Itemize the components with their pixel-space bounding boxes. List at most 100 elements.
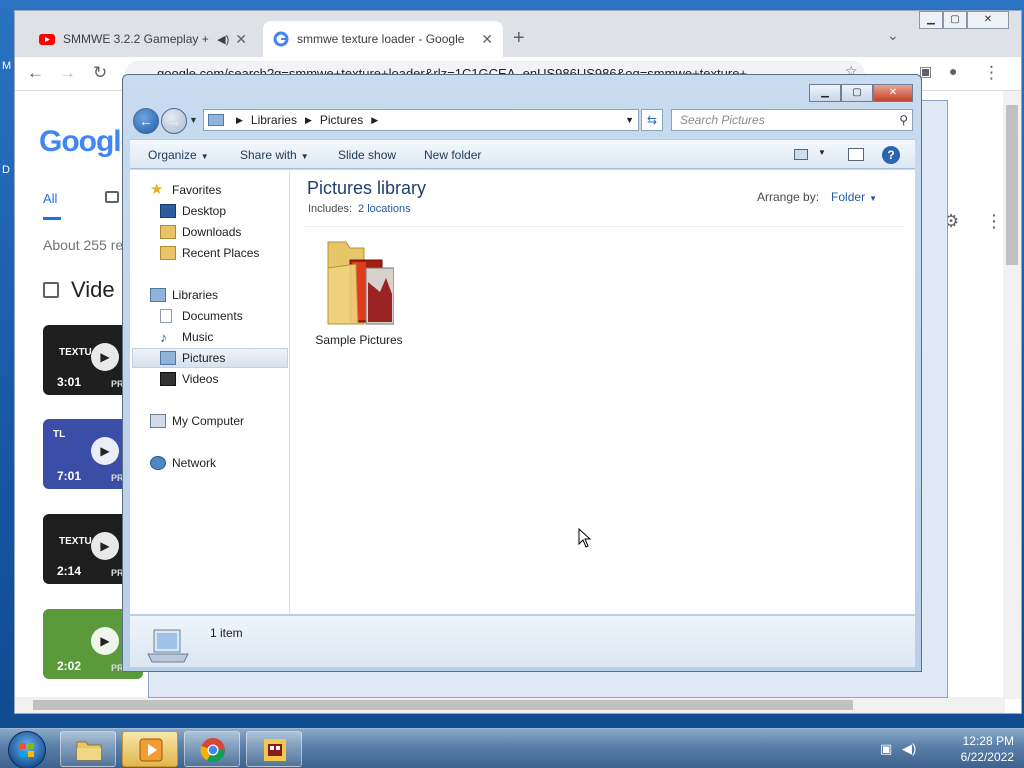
help-icon[interactable]: ? [882, 146, 900, 164]
taskbar-chrome[interactable] [184, 731, 240, 767]
tab-youtube[interactable]: SMMWE 3.2.2 Gameplay + D ◀) ✕ [29, 21, 257, 57]
scrollbar-thumb[interactable] [1006, 105, 1018, 265]
volume-icon[interactable]: ◀) [902, 741, 916, 757]
back-arrow-icon[interactable]: ← [27, 63, 44, 83]
star-icon: ★ [150, 181, 164, 198]
address-row: ← → ▼ ▶ Libraries ▶ Pictures ▶ ▼ ⇆ Searc… [131, 107, 913, 135]
speaker-icon[interactable]: ◀) [217, 33, 229, 46]
horizontal-scrollbar[interactable] [15, 697, 1005, 713]
library-includes: Includes: 2 locations [308, 203, 411, 215]
share-with-label: Share with [240, 148, 297, 162]
video-duration: 2:14 [57, 564, 82, 578]
nav-videos[interactable]: Videos [160, 369, 218, 389]
item-count: 1 item [210, 626, 243, 640]
youtube-icon [39, 34, 55, 45]
locations-link[interactable]: 2 locations [358, 203, 411, 215]
taskbar-game[interactable] [246, 731, 302, 767]
arrange-value: Folder [831, 190, 866, 204]
desktop-label-m: M [2, 60, 12, 72]
music-note-icon: ♪ [160, 329, 167, 345]
close-icon[interactable]: ✕ [235, 31, 247, 48]
folder-icon [76, 741, 102, 761]
share-with-button[interactable]: Share with ▼ [240, 148, 309, 162]
nav-downloads[interactable]: Downloads [160, 222, 241, 242]
chevron-down-icon[interactable]: ▼ [625, 115, 634, 125]
clock-time[interactable]: 12:28 PM [963, 734, 1014, 748]
chevron-down-icon[interactable]: ▼ [818, 148, 826, 157]
close-button[interactable]: ✕ [967, 11, 1009, 29]
nav-label: Favorites [172, 183, 222, 197]
library-icon [208, 114, 224, 126]
change-view-icon[interactable] [794, 149, 808, 160]
nav-desktop[interactable]: Desktop [160, 201, 226, 221]
new-tab-button[interactable]: + [513, 27, 525, 50]
nav-pictures[interactable]: Pictures [132, 348, 288, 368]
reload-icon[interactable]: ↻ [93, 63, 107, 83]
minimize-button[interactable]: ▁ [919, 11, 943, 29]
organize-label: Organize [148, 148, 197, 162]
search-icon[interactable]: ⚲ [899, 110, 908, 130]
close-icon[interactable]: ✕ [481, 31, 493, 48]
mouse-cursor-icon [578, 528, 592, 548]
nav-music[interactable]: ♪ Music [160, 327, 213, 347]
start-button[interactable] [8, 731, 46, 768]
nav-favorites[interactable]: ★ Favorites [150, 180, 221, 200]
library-title: Pictures library [307, 178, 427, 198]
back-arrow-icon[interactable]: ← [133, 108, 159, 134]
thumbnail-caption: TEXTU [59, 536, 92, 547]
organize-button[interactable]: Organize ▼ [148, 148, 209, 162]
recent-pages-dropdown[interactable]: ▼ [189, 115, 198, 125]
desktop-icon [160, 204, 176, 218]
images-tab-icon[interactable] [105, 191, 119, 203]
slide-show-button[interactable]: Slide show [338, 148, 396, 162]
nav-my-computer[interactable]: My Computer [150, 411, 244, 431]
nav-recent-places[interactable]: Recent Places [160, 243, 259, 263]
close-button[interactable]: ✕ [873, 84, 913, 102]
nav-libraries[interactable]: Libraries [150, 285, 218, 305]
forward-arrow-icon[interactable]: → [161, 108, 187, 134]
navigation-pane: ★ Favorites Desktop Downloads Recent Plac… [130, 170, 290, 614]
network-status-icon[interactable]: ▣ [880, 741, 892, 757]
folder-item[interactable]: Sample Pictures [313, 232, 405, 347]
profile-icon[interactable]: ● [949, 63, 957, 79]
nav-label: Libraries [172, 288, 219, 302]
forward-arrow-icon[interactable]: → [59, 63, 76, 83]
minimize-button[interactable]: ▁ [809, 84, 841, 102]
nav-documents[interactable]: Documents [160, 306, 243, 326]
arrange-dropdown[interactable]: Folder ▼ [831, 190, 877, 204]
preview-pane-icon[interactable] [848, 148, 864, 161]
tab-title: SMMWE 3.2.2 Gameplay + D [63, 32, 214, 46]
search-input[interactable]: Search Pictures ⚲ [671, 109, 913, 131]
computer-icon [150, 414, 166, 428]
apps-menu-icon[interactable]: ⋮ [985, 211, 995, 232]
maximize-button[interactable]: ▢ [943, 11, 967, 29]
taskbar-explorer[interactable] [60, 731, 116, 767]
system-tray: ▣ ◀) 12:28 PM 6/22/2022 [878, 729, 1018, 768]
vertical-scrollbar[interactable] [1003, 91, 1021, 699]
nav-label: Network [172, 456, 217, 470]
command-bar: Organize ▼ Share with ▼ Slide show New fol… [130, 139, 915, 169]
breadcrumb-libraries[interactable]: Libraries [251, 113, 297, 127]
folder-icon [327, 241, 395, 325]
chevron-right-icon[interactable]: ▶ [236, 115, 243, 126]
chevron-right-icon[interactable]: ▶ [371, 115, 378, 126]
breadcrumb[interactable]: ▶ Libraries ▶ Pictures ▶ ▼ [203, 109, 639, 131]
tab-search-button[interactable]: ⌄ [887, 27, 899, 44]
tab-google-search[interactable]: smmwe texture loader - Google ✕ [263, 21, 503, 57]
maximize-button[interactable]: ▢ [841, 84, 873, 102]
film-strip-icon [160, 372, 176, 386]
chevron-right-icon[interactable]: ▶ [305, 115, 312, 126]
windows-logo-icon [20, 743, 34, 757]
refresh-icon[interactable]: ⇆ [641, 109, 663, 131]
scrollbar-thumb[interactable] [33, 700, 853, 710]
taskbar-media-player[interactable] [122, 731, 178, 767]
nav-label: Videos [182, 372, 219, 386]
nav-network[interactable]: Network [150, 453, 216, 473]
tab-all[interactable]: All [43, 191, 63, 220]
new-folder-button[interactable]: New folder [424, 148, 481, 162]
video-duration: 3:01 [57, 375, 82, 389]
clock-date[interactable]: 6/22/2022 [961, 750, 1014, 764]
breadcrumb-pictures[interactable]: Pictures [320, 113, 363, 127]
videos-heading: Vide [43, 277, 115, 303]
menu-dots-icon[interactable]: ⋮ [983, 63, 1000, 83]
